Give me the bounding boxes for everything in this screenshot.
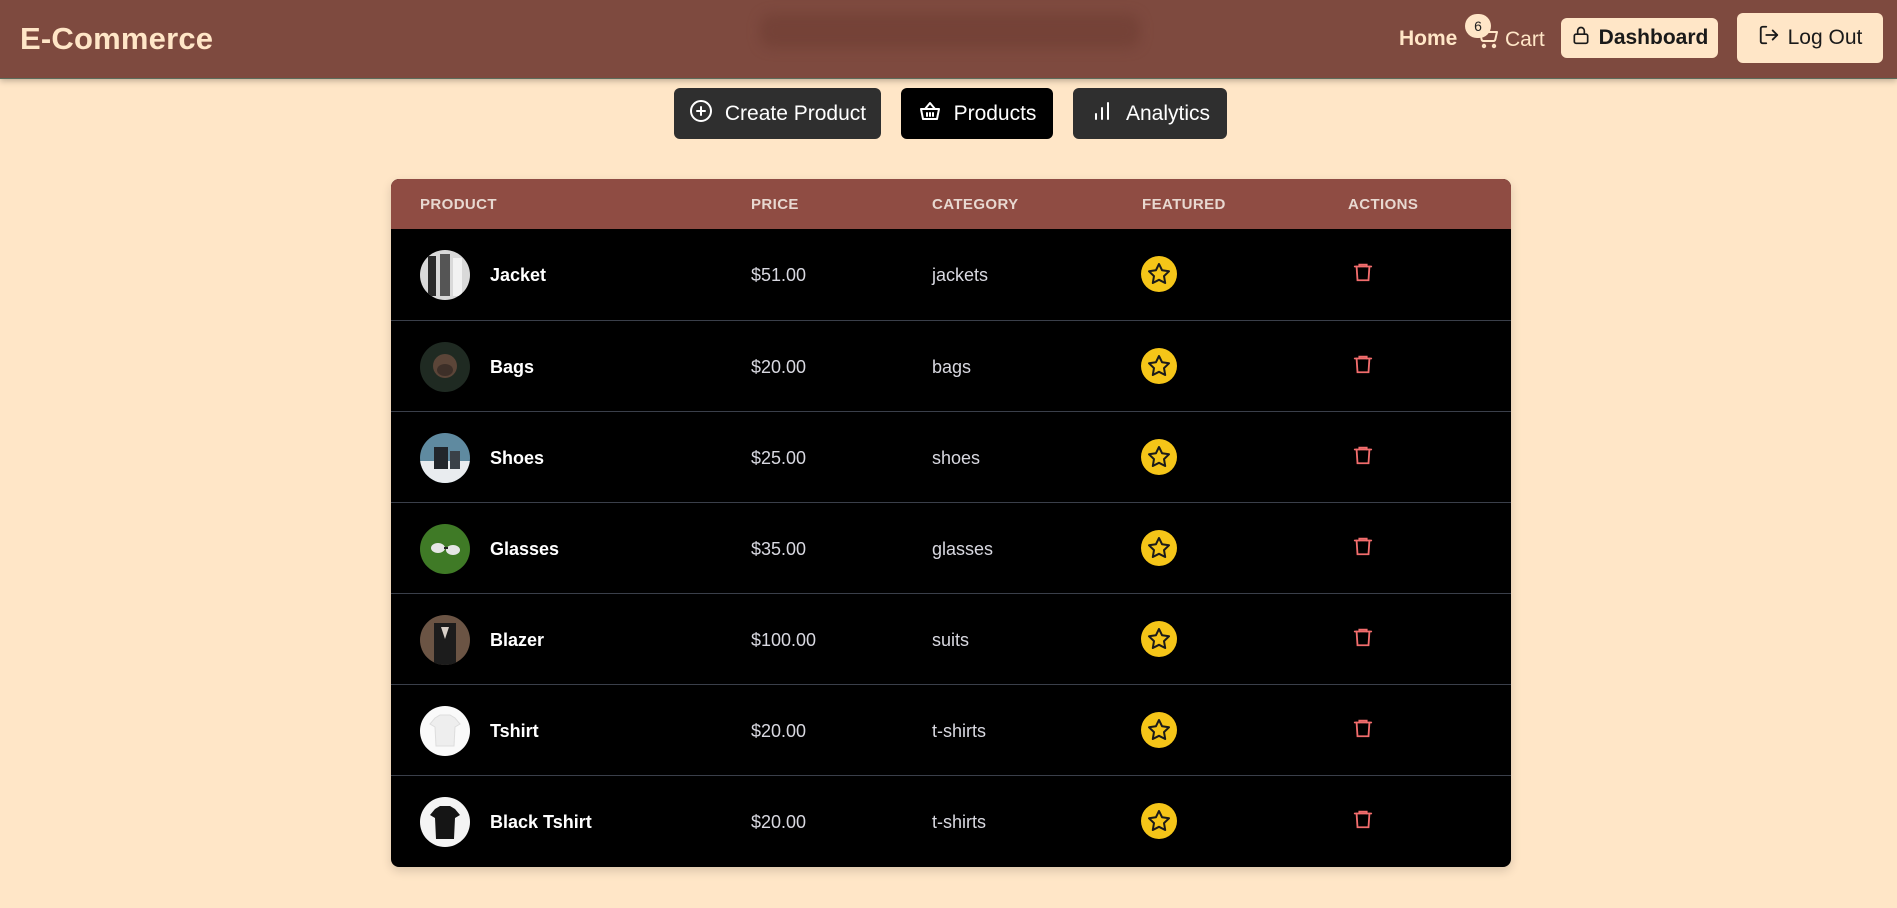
tab-create-product-label: Create Product — [724, 101, 867, 125]
product-category: shoes — [932, 448, 981, 468]
star-icon — [1148, 810, 1170, 831]
dashboard-button[interactable]: Dashboard — [1561, 18, 1718, 58]
product-category: t-shirts — [932, 812, 986, 832]
brand-logo[interactable]: E-Commerce — [20, 21, 213, 57]
column-header-price: PRICE — [751, 196, 799, 213]
nav-home-link[interactable]: Home — [1399, 27, 1457, 51]
dashboard-label: Dashboard — [1598, 26, 1709, 49]
trash-icon — [1353, 263, 1373, 282]
delete-button[interactable] — [1349, 714, 1377, 742]
tab-products[interactable]: Products — [901, 88, 1053, 139]
tab-analytics[interactable]: Analytics — [1073, 88, 1227, 139]
product-image — [420, 797, 470, 847]
delete-button[interactable] — [1349, 805, 1377, 833]
trash-icon — [1353, 537, 1373, 556]
table-row: Black Tshirt $20.00 t-shirts — [391, 775, 1511, 866]
product-name: Bags — [490, 357, 535, 377]
product-category: t-shirts — [932, 721, 986, 741]
product-image — [420, 706, 470, 756]
logout-label: Log Out — [1787, 26, 1863, 49]
blurred-header-area — [760, 14, 1140, 48]
product-category: suits — [932, 630, 970, 650]
product-name: Glasses — [490, 539, 560, 559]
column-header-category: CATEGORY — [932, 196, 1019, 213]
navbar: E-Commerce Home Cart 6 Dashboard Log Out — [0, 0, 1897, 79]
lock-icon — [1571, 24, 1591, 52]
featured-toggle[interactable] — [1141, 621, 1177, 657]
product-image — [420, 524, 470, 574]
trash-icon — [1353, 719, 1373, 738]
featured-toggle[interactable] — [1141, 439, 1177, 475]
star-icon — [1148, 537, 1170, 558]
product-price: $25.00 — [751, 448, 807, 468]
product-price: $100.00 — [751, 630, 817, 650]
product-image — [420, 615, 470, 665]
logout-button[interactable]: Log Out — [1737, 13, 1883, 63]
product-price: $20.00 — [751, 812, 807, 832]
featured-toggle[interactable] — [1141, 712, 1177, 748]
product-category: jackets — [932, 265, 989, 285]
tab-create-product[interactable]: Create Product — [674, 88, 881, 139]
product-image — [420, 250, 470, 300]
product-price: $20.00 — [751, 357, 807, 377]
star-icon — [1148, 628, 1170, 649]
cart-count-badge: 6 — [1465, 14, 1491, 38]
delete-button[interactable] — [1349, 623, 1377, 651]
table-row: Glasses $35.00 glasses — [391, 502, 1511, 593]
delete-button[interactable] — [1349, 532, 1377, 560]
delete-button[interactable] — [1349, 441, 1377, 469]
featured-toggle[interactable] — [1141, 803, 1177, 839]
basket-icon — [918, 99, 942, 129]
trash-icon — [1353, 628, 1373, 647]
trash-icon — [1353, 355, 1373, 374]
table-row: Blazer $100.00 suits — [391, 593, 1511, 684]
product-price: $20.00 — [751, 721, 807, 741]
product-price: $35.00 — [751, 539, 807, 559]
table-row: Tshirt $20.00 t-shirts — [391, 684, 1511, 775]
featured-toggle[interactable] — [1141, 256, 1177, 292]
tab-analytics-label: Analytics — [1125, 101, 1211, 125]
column-header-actions: ACTIONS — [1348, 196, 1419, 213]
product-name: Jacket — [490, 265, 547, 285]
product-image — [420, 433, 470, 483]
star-icon — [1148, 355, 1170, 376]
cart-label: Cart — [1505, 28, 1545, 51]
table-row: Shoes $25.00 shoes — [391, 411, 1511, 502]
trash-icon — [1353, 810, 1373, 829]
featured-toggle[interactable] — [1141, 348, 1177, 384]
product-price: $51.00 — [751, 265, 807, 285]
delete-button[interactable] — [1349, 350, 1377, 378]
product-name: Tshirt — [490, 721, 539, 741]
product-category: bags — [932, 357, 972, 377]
product-category: glasses — [932, 539, 994, 559]
table-row: Bags $20.00 bags — [391, 320, 1511, 411]
logout-icon — [1758, 24, 1780, 52]
product-image — [420, 342, 470, 392]
product-name: Shoes — [490, 448, 545, 468]
star-icon — [1148, 446, 1170, 467]
column-header-featured: FEATURED — [1142, 196, 1226, 213]
table-row: Jacket $51.00 jackets — [391, 229, 1511, 320]
star-icon — [1148, 719, 1170, 740]
tab-products-label: Products — [953, 101, 1037, 125]
column-header-product: PRODUCT — [420, 196, 497, 213]
trash-icon — [1353, 446, 1373, 465]
product-name: Blazer — [490, 630, 545, 650]
featured-toggle[interactable] — [1141, 530, 1177, 566]
plus-circle-icon — [689, 99, 713, 129]
delete-button[interactable] — [1349, 258, 1377, 286]
star-icon — [1148, 263, 1170, 284]
table-header: PRODUCT PRICE CATEGORY FEATURED ACTIONS — [391, 179, 1511, 229]
bar-chart-icon — [1090, 99, 1114, 129]
product-name: Black Tshirt — [490, 812, 592, 832]
products-table: PRODUCT PRICE CATEGORY FEATURED ACTIONS … — [391, 179, 1511, 867]
